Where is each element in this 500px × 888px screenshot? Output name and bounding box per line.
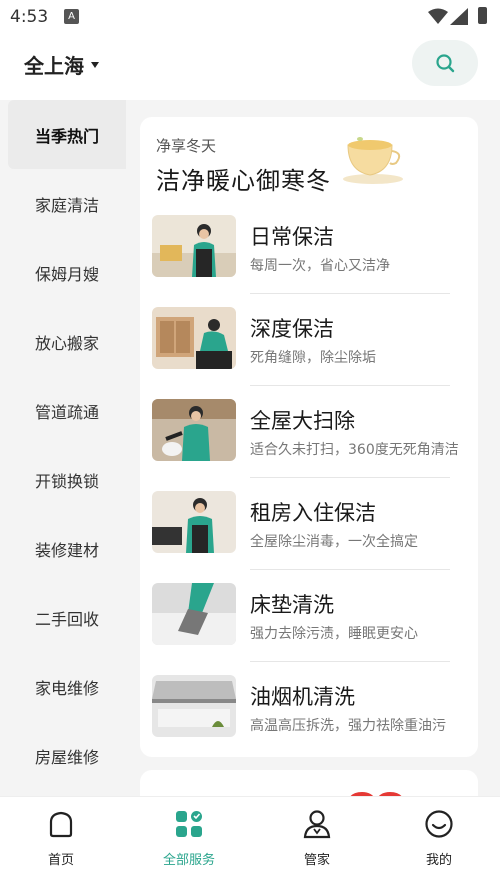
service-desc: 高温高压拆洗，强力祛除重油污 xyxy=(250,718,446,734)
sidebar-item-pipe-unclog[interactable]: 管道疏通 xyxy=(8,376,126,445)
sidebar-item-locksmith[interactable]: 开锁换锁 xyxy=(8,445,126,514)
tab-label: 全部服务 xyxy=(162,853,215,868)
featured-subtitle: 净享冬天 xyxy=(156,137,217,155)
service-name: 日常保洁 xyxy=(250,225,334,249)
sidebar-item-renovation[interactable]: 装修建材 xyxy=(8,514,126,583)
service-name: 全屋大扫除 xyxy=(250,409,355,433)
tab-me[interactable]: 我的 xyxy=(394,805,484,875)
sidebar-item-moving[interactable]: 放心搬家 xyxy=(8,307,126,376)
service-name: 租房入住保洁 xyxy=(250,501,376,525)
divider xyxy=(250,477,450,478)
featured-title: 洁净暖心御寒冬 xyxy=(156,167,331,195)
teacup-illustration xyxy=(343,137,403,184)
service-move-in-cleaning[interactable]: 租房入住保洁 全屋除尘消毒，一次全搞定 xyxy=(152,491,472,583)
city-label: 全上海 xyxy=(24,54,84,78)
tab-home[interactable]: 首页 xyxy=(16,805,106,875)
butler-icon xyxy=(303,810,331,839)
service-name: 床垫清洗 xyxy=(250,593,334,617)
notification-icon: A xyxy=(64,9,79,24)
sidebar-item-recycling[interactable]: 二手回收 xyxy=(8,583,126,652)
service-thumbnail xyxy=(152,215,236,277)
service-thumbnail xyxy=(152,307,236,369)
status-time: 4:53 xyxy=(10,7,49,27)
search-icon xyxy=(436,54,455,73)
service-daily-cleaning[interactable]: 日常保洁 每周一次，省心又洁净 xyxy=(152,215,472,307)
divider xyxy=(250,385,450,386)
service-name: 油烟机清洗 xyxy=(250,685,355,709)
wifi-icon xyxy=(428,8,448,24)
tab-all-services[interactable]: 全部服务 xyxy=(144,805,234,875)
tab-label: 管家 xyxy=(303,853,330,868)
city-selector[interactable]: 全上海 xyxy=(24,50,99,79)
caret-down-icon xyxy=(91,61,99,68)
service-desc: 每周一次，省心又洁净 xyxy=(250,258,390,274)
service-thumbnail xyxy=(152,583,236,645)
sidebar-item-appliance-repair[interactable]: 家电维修 xyxy=(8,652,126,721)
tab-label: 我的 xyxy=(425,853,452,868)
service-deep-cleaning[interactable]: 深度保洁 死角缝隙，除尘除垢 xyxy=(152,307,472,399)
service-desc: 强力去除污渍，睡眠更安心 xyxy=(250,626,418,642)
service-name: 深度保洁 xyxy=(250,317,334,341)
tab-label: 首页 xyxy=(47,853,74,868)
sidebar-item-home-cleaning[interactable]: 家庭清洁 xyxy=(8,169,126,238)
signal-icon xyxy=(450,8,468,25)
sidebar-item-seasonal-hot[interactable]: 当季热门 xyxy=(8,100,126,169)
service-thumbnail xyxy=(152,399,236,461)
status-bar: 4:53 A xyxy=(0,0,500,34)
service-desc: 适合久未打扫，360度无死角清洁 xyxy=(250,442,459,458)
divider xyxy=(250,569,450,570)
sidebar-item-house-repair[interactable]: 房屋维修 xyxy=(8,721,126,790)
service-thumbnail xyxy=(152,491,236,553)
service-whole-house-cleaning[interactable]: 全屋大扫除 适合久未打扫，360度无死角清洁 xyxy=(152,399,472,491)
search-button[interactable] xyxy=(412,40,478,86)
sidebar-item-nanny[interactable]: 保姆月嫂 xyxy=(8,238,126,307)
smile-icon xyxy=(425,810,453,838)
service-desc: 全屋除尘消毒，一次全搞定 xyxy=(250,534,418,550)
service-desc: 死角缝隙，除尘除垢 xyxy=(250,350,376,366)
service-range-hood-cleaning[interactable]: 油烟机清洗 高温高压拆洗，强力祛除重油污 xyxy=(152,675,472,767)
tab-butler[interactable]: 管家 xyxy=(272,805,362,875)
grid-icon xyxy=(176,811,202,837)
service-thumbnail xyxy=(152,675,236,737)
divider xyxy=(250,661,450,662)
battery-icon xyxy=(478,7,487,24)
home-icon xyxy=(49,811,73,838)
divider xyxy=(250,293,450,294)
category-sidebar: 当季热门 家庭清洁 保姆月嫂 放心搬家 管道疏通 开锁换锁 装修建材 二手回收 … xyxy=(0,100,126,800)
header: 全上海 xyxy=(0,34,500,100)
bottom-tab-bar: 首页 全部服务 管家 我的 xyxy=(0,796,500,888)
service-mattress-cleaning[interactable]: 床垫清洗 强力去除污渍，睡眠更安心 xyxy=(152,583,472,675)
featured-card: 净享冬天 洁净暖心御寒冬 日常保洁 每周一次，省心又洁净 深度保洁 死角缝隙，除… xyxy=(140,117,478,757)
